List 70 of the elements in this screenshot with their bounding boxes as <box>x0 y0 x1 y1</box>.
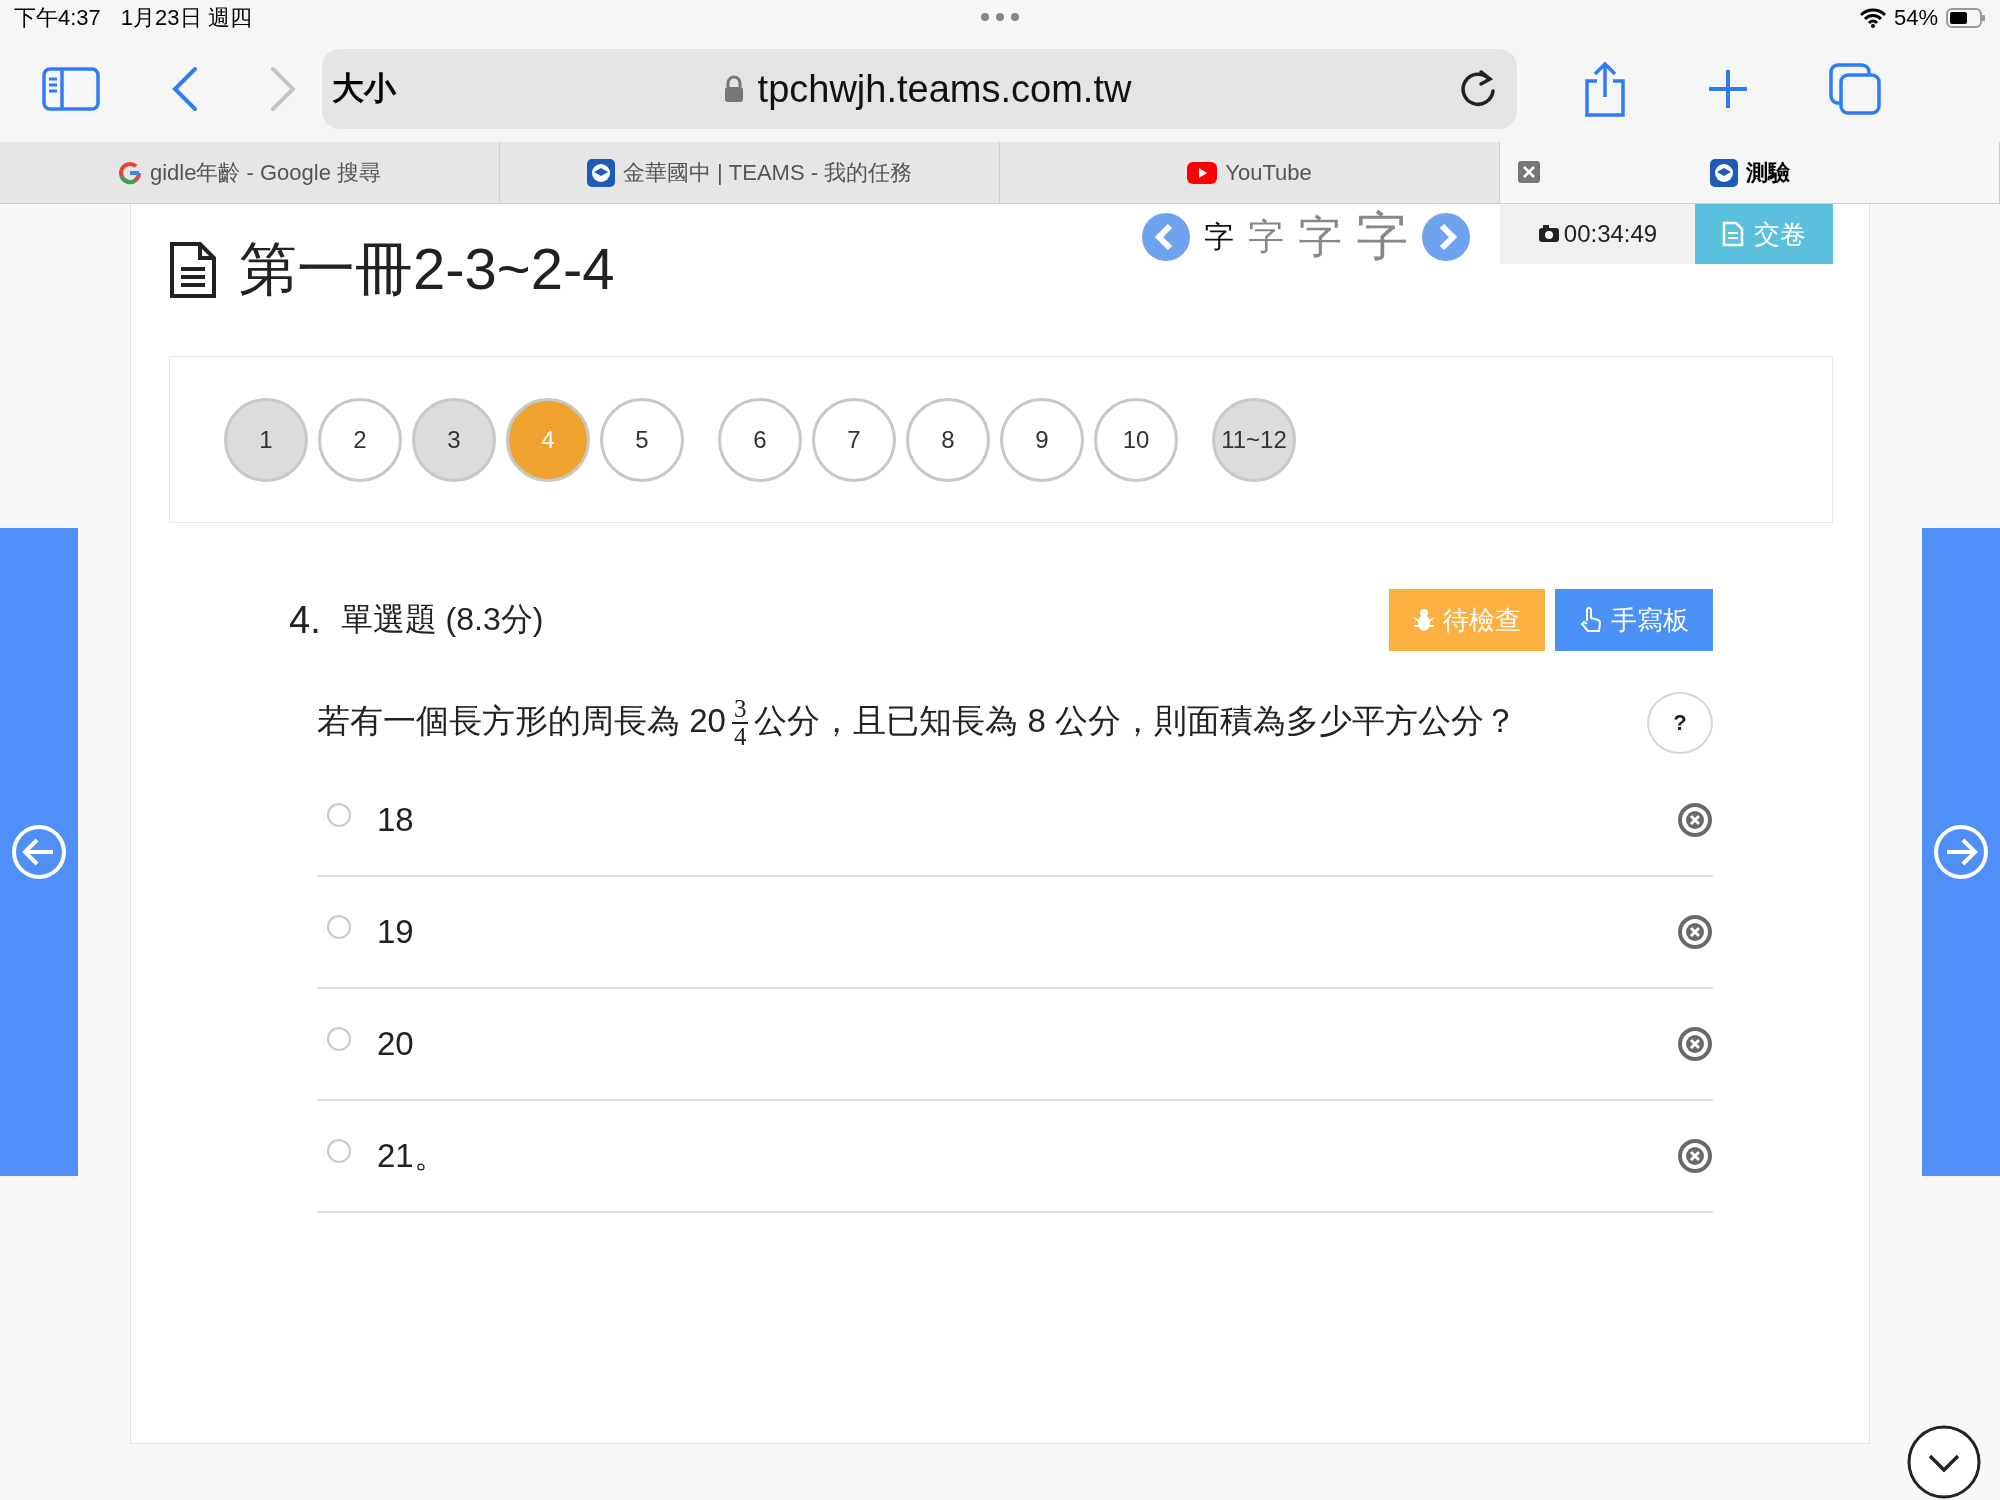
close-circle-icon[interactable] <box>1677 914 1713 950</box>
app-logo-icon <box>1709 158 1738 187</box>
app-logo-icon <box>586 158 615 187</box>
radio-button[interactable] <box>327 1139 351 1163</box>
plus-icon[interactable] <box>1707 68 1749 110</box>
tab-title: YouTube <box>1225 159 1312 186</box>
play-logo-icon <box>1187 161 1218 184</box>
question-number-button[interactable]: 10 <box>1094 397 1178 482</box>
lock-icon <box>723 75 744 103</box>
multicolor-ring-icon <box>117 160 142 185</box>
browser-tab[interactable]: 金華國中 | TEAMS - 我的任務 <box>500 142 1000 203</box>
bug-icon <box>1413 608 1435 632</box>
tabs-icon[interactable] <box>1829 63 1881 115</box>
tab-title: 測驗 <box>1745 158 1790 187</box>
chevron-right-circle-icon[interactable] <box>1422 213 1470 261</box>
option-label[interactable]: 20 <box>377 1025 1677 1063</box>
question-number-button[interactable]: 8 <box>906 397 990 482</box>
option-label[interactable]: 21。 <box>377 1133 1677 1179</box>
address-bar[interactable]: 大小 tpchwjh.teams.com.tw <box>322 49 1517 129</box>
battery-icon <box>1946 8 1986 28</box>
option-label[interactable]: 18 <box>377 801 1677 839</box>
tab-title: 金華國中 | TEAMS - 我的任務 <box>622 158 913 187</box>
font-size-option[interactable]: 字 <box>1204 216 1234 258</box>
share-icon[interactable] <box>1583 61 1627 117</box>
close-tab-icon[interactable] <box>1518 161 1540 183</box>
radio-button[interactable] <box>327 1027 351 1051</box>
sidebar-icon[interactable] <box>42 67 100 111</box>
quiz-title: 第一冊2-3~2-4 <box>239 235 615 303</box>
radio-button[interactable] <box>327 803 351 827</box>
option-label[interactable]: 19 <box>377 913 1677 951</box>
radio-button[interactable] <box>327 915 351 939</box>
chevron-left-circle-icon[interactable] <box>1142 213 1190 261</box>
close-circle-icon[interactable] <box>1677 1026 1713 1062</box>
document-icon <box>1722 221 1744 247</box>
left-arrow-circle-icon <box>11 824 67 880</box>
question-type: 單選題 (8.3分) <box>340 600 545 639</box>
browser-tab[interactable]: 測驗 <box>1500 142 2000 203</box>
timer-text: 00:34:49 <box>1563 220 1658 248</box>
battery-percentage: 54% <box>1893 5 1938 31</box>
font-size-option[interactable]: 字 <box>1298 207 1342 267</box>
close-circle-icon[interactable] <box>1677 1138 1713 1174</box>
question-number-button[interactable]: 7 <box>812 397 896 482</box>
tab-title: gidle年齡 - Google 搜尋 <box>149 158 382 187</box>
question-number-button[interactable]: 5 <box>600 397 684 482</box>
url-text: tpchwjh.teams.com.tw <box>757 67 1132 111</box>
question-number-button[interactable]: 11~12 <box>1212 397 1296 482</box>
pointing-hand-icon <box>1579 607 1603 633</box>
question-number: 4. <box>289 598 321 642</box>
font-size-option[interactable]: 字 <box>1356 202 1408 272</box>
close-circle-icon[interactable] <box>1677 802 1713 838</box>
text-size-button[interactable]: 大小 <box>332 67 396 111</box>
question-number-button[interactable]: 3 <box>412 397 496 482</box>
help-button[interactable]: ? <box>1647 692 1713 754</box>
status-time: 下午4:37 <box>14 4 101 32</box>
question-number-button[interactable]: 6 <box>718 397 802 482</box>
chevron-down-circle-icon[interactable] <box>1906 1424 1982 1500</box>
question-number-button[interactable]: 2 <box>318 397 402 482</box>
question-number-button[interactable]: 1 <box>224 397 308 482</box>
right-arrow-circle-icon <box>1933 824 1989 880</box>
wifi-icon <box>1859 8 1886 28</box>
back-icon[interactable] <box>172 66 198 112</box>
browser-tab[interactable]: gidle年齡 - Google 搜尋 <box>0 142 500 203</box>
document-icon <box>169 241 217 299</box>
status-date: 1月23日 週四 <box>120 4 252 32</box>
font-size-option[interactable]: 字 <box>1248 212 1284 262</box>
question-number-button[interactable]: 9 <box>1000 397 1084 482</box>
reload-icon[interactable] <box>1459 69 1497 109</box>
browser-tab[interactable]: YouTube <box>1000 142 1500 203</box>
more-dots-icon[interactable] <box>980 12 1020 22</box>
camera-icon <box>1537 225 1560 243</box>
